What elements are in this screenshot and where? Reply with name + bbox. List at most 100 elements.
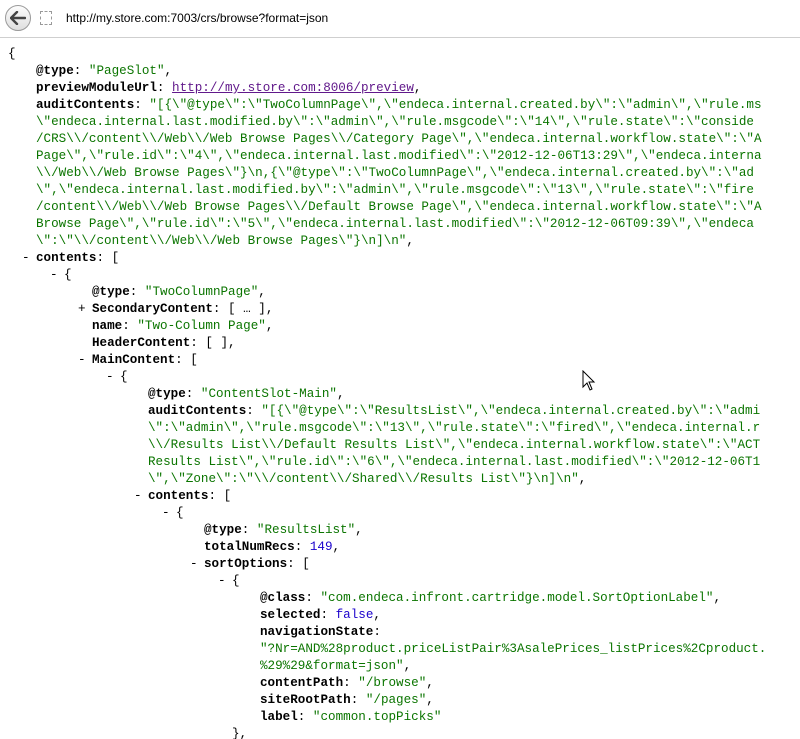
json-bracket: { xyxy=(232,574,240,588)
json-value: \":\"admin\",\"rule.msgcode\":\"13\",\"r… xyxy=(148,421,761,435)
address-bar[interactable]: http://my.store.com:7003/crs/browse?form… xyxy=(66,11,328,25)
json-value: "com.endeca.infront.cartridge.model.Sort… xyxy=(320,591,714,605)
json-punct: , xyxy=(713,591,722,605)
json-line: \\/Results List\\/Default Results List\"… xyxy=(8,437,766,454)
json-line: - MainContent: [ xyxy=(78,352,198,369)
json-key: @type xyxy=(204,523,242,537)
json-line: navigationState: xyxy=(260,625,389,639)
json-line: "?Nr=AND%28product.priceListPair%3AsaleP… xyxy=(8,641,766,658)
json-line: -{ xyxy=(8,267,766,284)
json-punct: [ xyxy=(190,353,198,367)
json-value: "Two-Column Page" xyxy=(137,319,266,333)
json-value: "PageSlot" xyxy=(88,64,165,78)
json-punct: , xyxy=(413,81,422,95)
json-line: Browse Page\",\"rule.id\":\"5\",\"endeca… xyxy=(8,216,766,233)
collapse-toggle[interactable]: - xyxy=(50,267,64,284)
json-line: { xyxy=(8,46,766,63)
json-line: label: "common.topPicks" xyxy=(260,710,442,724)
json-key: totalNumRecs xyxy=(204,540,295,554)
json-key: @type xyxy=(36,64,74,78)
json-value: \\/Web\\/Web Browse Pages\"}\n,{\"@type\… xyxy=(36,166,754,180)
json-line: \\/Web\\/Web Browse Pages\"}\n,{\"@type\… xyxy=(8,165,766,182)
mouse-pointer-icon xyxy=(582,370,596,391)
json-line: @class: "com.endeca.infront.cartridge.mo… xyxy=(260,591,722,605)
json-key: auditContents xyxy=(36,98,135,112)
json-value: "common.topPicks" xyxy=(312,710,442,724)
json-line: auditContents: "[{\"@type\":\"ResultsLis… xyxy=(148,404,761,418)
json-line: @type: "ResultsList", xyxy=(204,523,363,537)
json-key: sortOptions xyxy=(204,557,288,571)
back-arrow-icon xyxy=(10,11,26,25)
json-key: contents xyxy=(148,489,209,503)
json-line: }, xyxy=(8,726,766,739)
json-punct: , xyxy=(406,234,414,248)
json-bracket: }, xyxy=(232,727,248,739)
json-line: \"endeca.internal.last.modified.by\":\"a… xyxy=(8,114,766,131)
json-tree: { @type: "PageSlot", previewModuleUrl: htt… xyxy=(8,46,766,739)
collapse-toggle[interactable]: - xyxy=(134,488,148,505)
json-bracket: { xyxy=(8,47,16,61)
json-key: auditContents xyxy=(148,404,247,418)
browser-toolbar: http://my.store.com:7003/crs/browse?form… xyxy=(0,0,800,38)
page-icon xyxy=(40,11,52,25)
json-punct: [ xyxy=(111,251,120,265)
json-line: /content\\/Web\\/Web Browse Pages\\/Defa… xyxy=(8,199,766,216)
json-value: false xyxy=(335,608,374,622)
json-punct: [ xyxy=(223,489,232,503)
json-punct: , xyxy=(332,540,341,554)
json-line: @type: "TwoColumnPage", xyxy=(92,285,266,299)
json-line: @type: "PageSlot", xyxy=(36,64,173,78)
json-line: /CRS\\/content\\/Web\\/Web Browse Pages\… xyxy=(8,131,766,148)
json-punct: [ xyxy=(302,557,310,571)
json-value: Results List\",\"rule.id\":\"6\",\"endec… xyxy=(148,455,761,469)
json-key: name xyxy=(92,319,123,333)
json-line: - contents: [ xyxy=(22,250,120,267)
json-key: siteRootPath xyxy=(260,693,351,707)
json-value: "?Nr=AND%28product.priceListPair%3AsaleP… xyxy=(260,642,767,656)
json-line: totalNumRecs: 149, xyxy=(204,540,341,554)
json-line: auditContents: "[{\"@type\":\"TwoColumnP… xyxy=(36,98,762,112)
collapse-toggle[interactable]: + xyxy=(78,301,92,318)
collapse-toggle[interactable]: - xyxy=(218,573,232,590)
json-key: previewModuleUrl xyxy=(36,81,157,95)
json-value: "/pages" xyxy=(365,693,427,707)
json-line: contentPath: "/browse", xyxy=(260,676,434,690)
json-line: selected: false, xyxy=(260,608,381,622)
json-line: Page\",\"rule.id\":\"4\",\"endeca.intern… xyxy=(8,148,766,165)
json-line: Results List\",\"rule.id\":\"6\",\"endec… xyxy=(8,454,766,471)
json-line: -{ xyxy=(8,369,766,386)
back-button[interactable] xyxy=(5,5,31,31)
collapse-toggle[interactable]: - xyxy=(190,556,204,573)
json-line: \",\"Zone\":\"\\/content\\/Shared\\/Resu… xyxy=(8,471,766,488)
json-value: "ContentSlot-Main" xyxy=(200,387,337,401)
json-line: - contents: [ xyxy=(134,488,232,505)
preview-url-link[interactable]: http://my.store.com:8006/preview xyxy=(172,81,414,95)
json-value: "[{\"@type\":\"ResultsList\",\"endeca.in… xyxy=(261,404,761,418)
json-line: \":\"admin\",\"rule.msgcode\":\"13\",\"r… xyxy=(8,420,766,437)
collapse-toggle[interactable]: - xyxy=(78,352,92,369)
json-punct: , xyxy=(373,608,381,622)
json-punct: [ ], xyxy=(205,336,236,350)
collapse-toggle[interactable]: - xyxy=(22,250,36,267)
json-key: selected xyxy=(260,608,321,622)
json-punct: , xyxy=(265,319,274,333)
json-key: label xyxy=(260,710,298,724)
json-line: + SecondaryContent: [ … ], xyxy=(78,301,274,318)
json-line: name: "Two-Column Page", xyxy=(92,319,274,333)
json-line: previewModuleUrl: http://my.store.com:80… xyxy=(36,81,422,95)
json-bracket: { xyxy=(64,268,72,282)
json-value: \",\"Zone\":\"\\/content\\/Shared\\/Resu… xyxy=(148,472,579,486)
json-bracket: { xyxy=(176,506,184,520)
collapse-toggle[interactable]: - xyxy=(106,369,120,386)
json-key: navigationState xyxy=(260,625,374,639)
json-viewer: { @type: "PageSlot", previewModuleUrl: htt… xyxy=(0,38,800,739)
json-value: /content\\/Web\\/Web Browse Pages\\/Defa… xyxy=(36,200,762,214)
json-value: \\/Results List\\/Default Results List\"… xyxy=(148,438,761,452)
json-line: HeaderContent: [ ], xyxy=(92,336,236,350)
json-value: Browse Page\",\"rule.id\":\"5\",\"endeca… xyxy=(36,217,754,231)
collapse-toggle[interactable]: - xyxy=(162,505,176,522)
json-line: @type: "ContentSlot-Main", xyxy=(148,387,345,401)
json-line: -{ xyxy=(8,505,766,522)
json-key: contents xyxy=(36,251,97,265)
json-bracket: { xyxy=(120,370,128,384)
